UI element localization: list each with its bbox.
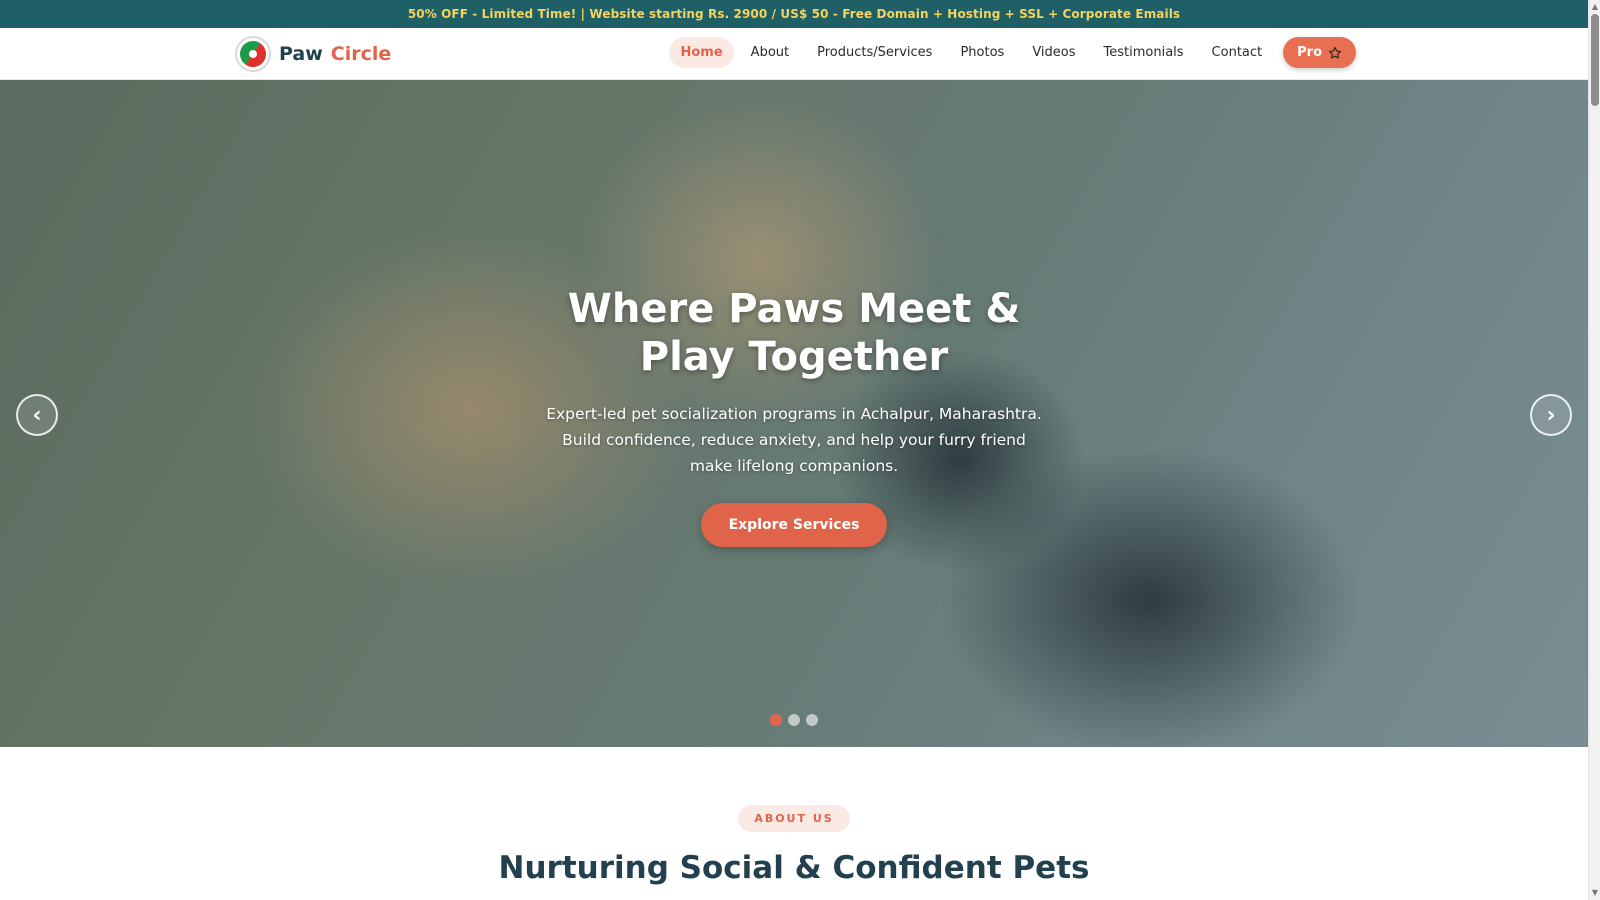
chevron-left-icon: ‹	[32, 402, 42, 428]
hero-carousel: Where Paws Meet & Play Together Expert-l…	[0, 80, 1588, 747]
pro-button[interactable]: Pro	[1283, 37, 1356, 68]
pro-button-label: Pro	[1297, 45, 1322, 60]
promo-text[interactable]: 50% OFF - Limited Time! | Website starti…	[408, 7, 1180, 21]
chevron-right-icon: ›	[1546, 402, 1556, 428]
brand-name-part1: Paw	[279, 43, 323, 65]
scroll-up-arrow-icon[interactable]: ▲	[1591, 2, 1599, 12]
nav-item-contact[interactable]: Contact	[1201, 37, 1274, 68]
explore-services-button[interactable]: Explore Services	[700, 503, 888, 547]
carousel-indicators	[0, 714, 1588, 726]
carousel-dot-3[interactable]	[806, 714, 818, 726]
carousel-dot-1[interactable]	[770, 714, 782, 726]
scrollbar-thumb[interactable]	[1591, 14, 1599, 106]
hero-title: Where Paws Meet & Play Together	[567, 286, 1021, 380]
nav-item-about[interactable]: About	[740, 37, 800, 68]
about-section: ABOUT US Nurturing Social & Confident Pe…	[0, 747, 1588, 900]
promo-bar[interactable]: 50% OFF - Limited Time! | Website starti…	[0, 0, 1588, 28]
nav-item-videos[interactable]: Videos	[1021, 37, 1086, 68]
carousel-next-button[interactable]: ›	[1530, 394, 1572, 436]
carousel-prev-button[interactable]: ‹	[16, 394, 58, 436]
brand-link[interactable]: Paw Circle	[235, 36, 391, 72]
about-title: Nurturing Social & Confident Pets	[498, 850, 1090, 886]
nav-menu: Home About Products/Services Photos Vide…	[669, 37, 1356, 68]
page-scrollbar[interactable]: ▲ ▼	[1588, 0, 1600, 900]
yin-yang-logo-icon	[235, 36, 271, 72]
nav-item-testimonials[interactable]: Testimonials	[1093, 37, 1195, 68]
brand-name: Paw Circle	[279, 43, 391, 65]
page: 50% OFF - Limited Time! | Website starti…	[0, 0, 1588, 900]
nav-item-home[interactable]: Home	[669, 37, 734, 68]
hero-subtitle: Expert-led pet socialization programs in…	[546, 405, 1042, 475]
hero-content: Where Paws Meet & Play Together Expert-l…	[0, 285, 1588, 547]
nav-item-products-services[interactable]: Products/Services	[806, 37, 943, 68]
scroll-down-arrow-icon[interactable]: ▼	[1591, 888, 1599, 898]
about-badge: ABOUT US	[738, 805, 850, 832]
carousel-dot-2[interactable]	[788, 714, 800, 726]
star-icon	[1328, 46, 1342, 59]
nav-item-photos[interactable]: Photos	[949, 37, 1015, 68]
navbar: Paw Circle Home About Products/Services …	[0, 28, 1588, 80]
brand-name-part2: Circle	[330, 43, 392, 65]
